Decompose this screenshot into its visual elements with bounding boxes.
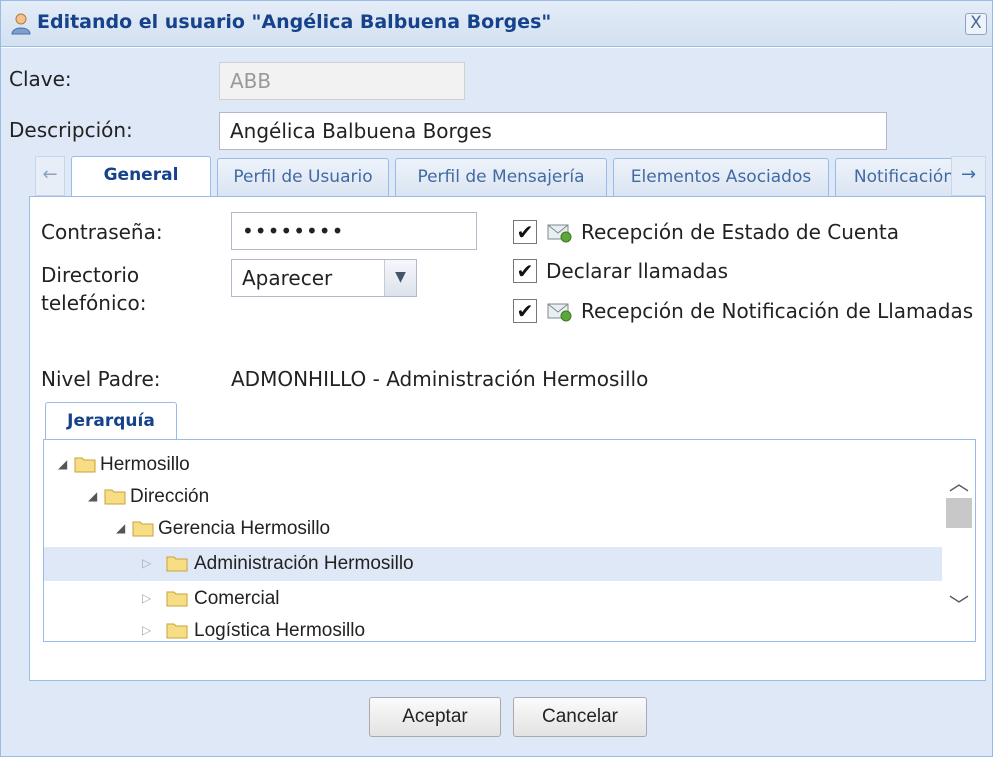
expanded-arrow-icon[interactable]: ◢ <box>88 489 97 503</box>
tree-node-label: Logística Hermosillo <box>194 620 366 641</box>
envelope-icon <box>547 224 572 243</box>
scroll-thumb[interactable] <box>946 498 972 528</box>
folder-icon <box>104 489 126 505</box>
tab-perfil-mensajeria[interactable]: Perfil de Mensajería <box>395 158 607 196</box>
checkbox-notificacion-llamadas-label: Recepción de Notificación de Llamadas <box>581 299 974 323</box>
dialog-titlebar[interactable]: Editando el usuario "Angélica Balbuena B… <box>1 1 992 47</box>
checkbox-declarar-llamadas-label: Declarar llamadas <box>546 259 729 283</box>
tab-scroll-right-button[interactable]: → <box>951 156 986 196</box>
tree-node-label: Dirección <box>130 486 210 507</box>
folder-icon <box>166 623 188 639</box>
collapsed-arrow-icon[interactable]: ▷ <box>142 623 151 637</box>
scroll-up-icon[interactable]: ︿ <box>942 468 975 498</box>
directorio-label-line2: telefónico: <box>41 291 147 315</box>
tree-node-comercial[interactable]: ▷ Comercial <box>44 582 942 616</box>
accept-button[interactable]: Aceptar <box>369 697 501 737</box>
envelope-icon <box>547 303 572 322</box>
directorio-label-line1: Directorio <box>41 263 140 287</box>
folder-icon <box>132 521 154 537</box>
tab-scroll-left-button[interactable]: ← <box>35 156 65 196</box>
directorio-select-value: Aparecer <box>242 266 333 290</box>
expanded-arrow-icon[interactable]: ◢ <box>116 521 125 535</box>
folder-icon <box>74 457 96 473</box>
tree-node-label: Hermosillo <box>100 454 190 475</box>
nivel-padre-label: Nivel Padre: <box>41 367 161 391</box>
tree-node-logistica-hermosillo[interactable]: ▷ Logística Hermosillo <box>44 614 942 641</box>
scroll-down-icon[interactable]: ﹀ <box>942 590 975 620</box>
checkbox-estado-cuenta[interactable]: ✔ <box>513 220 537 244</box>
edit-user-dialog: Editando el usuario "Angélica Balbuena B… <box>0 0 993 757</box>
checkbox-notificacion-llamadas[interactable]: ✔ <box>513 299 537 323</box>
tree-node-gerencia-hermosillo[interactable]: ◢ Gerencia Hermosillo <box>44 512 942 546</box>
hierarchy-tree: ◢ Hermosillo ◢ Dirección ◢ Gerencia Herm… <box>43 439 976 642</box>
expanded-arrow-icon[interactable]: ◢ <box>58 457 67 471</box>
tab-elementos-asociados[interactable]: Elementos Asociados <box>613 158 829 196</box>
user-icon <box>11 13 31 35</box>
tree-node-label: Gerencia Hermosillo <box>158 518 331 539</box>
nivel-padre-value: ADMONHILLO - Administración Hermosillo <box>231 367 649 391</box>
descripcion-label: Descripción: <box>9 118 133 142</box>
tree-node-direccion[interactable]: ◢ Dirección <box>44 480 942 514</box>
clave-label: Clave: <box>9 67 72 91</box>
tree-node-hermosillo[interactable]: ◢ Hermosillo <box>44 448 942 482</box>
tab-perfil-usuario[interactable]: Perfil de Usuario <box>217 158 389 196</box>
tree-node-label: Administración Hermosillo <box>194 553 414 574</box>
tree-node-administracion-hermosillo[interactable]: ▷ Administración Hermosillo <box>44 547 942 581</box>
checkbox-estado-cuenta-label: Recepción de Estado de Cuenta <box>581 220 899 244</box>
clave-field: ABB <box>219 62 465 100</box>
tree-scrollbar[interactable]: ︿ ﹀ <box>942 440 975 641</box>
password-field[interactable]: •••••••• <box>231 212 477 250</box>
tab-general[interactable]: General <box>71 156 211 197</box>
folder-icon <box>166 556 188 572</box>
password-label: Contraseña: <box>41 220 163 244</box>
close-button[interactable]: X <box>965 13 987 35</box>
folder-icon <box>166 591 188 607</box>
chevron-down-icon[interactable]: ▼ <box>384 260 416 296</box>
dialog-title: Editando el usuario "Angélica Balbuena B… <box>37 11 552 33</box>
cancel-button[interactable]: Cancelar <box>513 697 647 737</box>
tree-node-label: Comercial <box>194 588 280 609</box>
tab-jerarquia[interactable]: Jerarquía <box>45 402 177 440</box>
tab-strip: ← General Perfil de Usuario Perfil de Me… <box>29 156 986 197</box>
checkbox-declarar-llamadas[interactable]: ✔ <box>513 259 537 283</box>
collapsed-arrow-icon[interactable]: ▷ <box>142 591 151 605</box>
descripcion-field[interactable]: Angélica Balbuena Borges <box>219 112 887 150</box>
collapsed-arrow-icon[interactable]: ▷ <box>142 556 151 570</box>
